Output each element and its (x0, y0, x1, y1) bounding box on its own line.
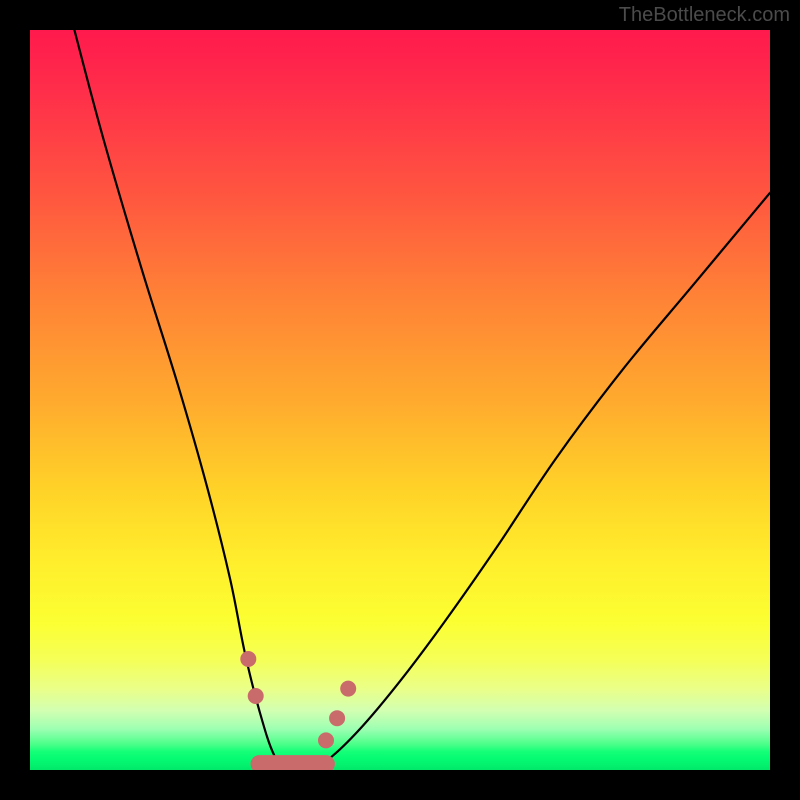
bottleneck-curve (74, 30, 770, 770)
plot-area (30, 30, 770, 770)
chart-svg (30, 30, 770, 770)
curve-dot (340, 681, 356, 697)
curve-dot (240, 651, 256, 667)
chart-frame: TheBottleneck.com (0, 0, 800, 800)
curve-dots (240, 651, 356, 748)
curve-dot (248, 688, 264, 704)
curve-dot (329, 710, 345, 726)
curve-dot (318, 732, 334, 748)
watermark-text: TheBottleneck.com (619, 4, 790, 27)
